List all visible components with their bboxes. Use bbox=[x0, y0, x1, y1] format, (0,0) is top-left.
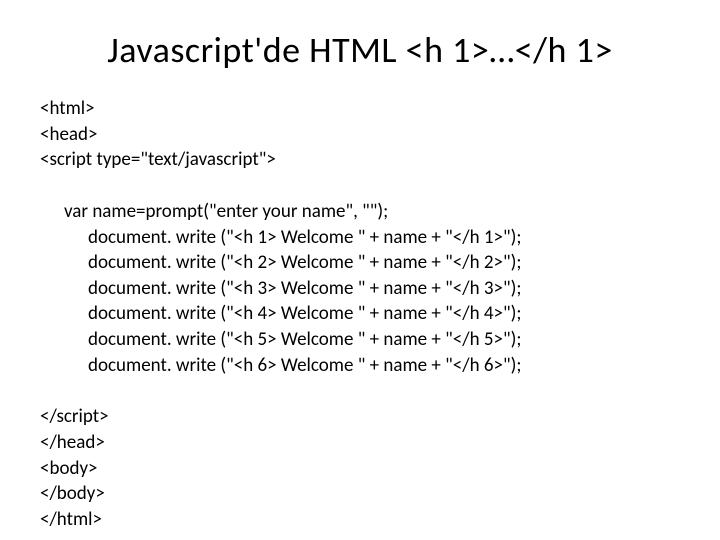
code-line: document. write ("<h 6> Welcome " + name… bbox=[40, 353, 680, 379]
slide-title: Javascript'de HTML <h 1>…</h 1> bbox=[40, 28, 680, 72]
code-line: <head> bbox=[40, 122, 680, 148]
blank-line bbox=[40, 378, 680, 404]
code-line: </head> bbox=[40, 430, 680, 456]
code-line: document. write ("<h 3> Welcome " + name… bbox=[40, 276, 680, 302]
code-line: document. write ("<h 5> Welcome " + name… bbox=[40, 327, 680, 353]
code-line: </body> bbox=[40, 481, 680, 507]
code-line: document. write ("<h 2> Welcome " + name… bbox=[40, 250, 680, 276]
code-block: <html> <head> <script type="text/javascr… bbox=[40, 96, 680, 533]
code-line: document. write ("<h 4> Welcome " + name… bbox=[40, 301, 680, 327]
code-line: <html> bbox=[40, 96, 680, 122]
code-line: var name=prompt("enter your name", ""); bbox=[40, 199, 680, 225]
code-line: </script> bbox=[40, 404, 680, 430]
blank-line bbox=[40, 173, 680, 199]
code-line: </html> bbox=[40, 507, 680, 533]
code-line: <body> bbox=[40, 456, 680, 482]
code-line: <script type="text/javascript"> bbox=[40, 147, 680, 173]
code-line: document. write ("<h 1> Welcome " + name… bbox=[40, 225, 680, 251]
